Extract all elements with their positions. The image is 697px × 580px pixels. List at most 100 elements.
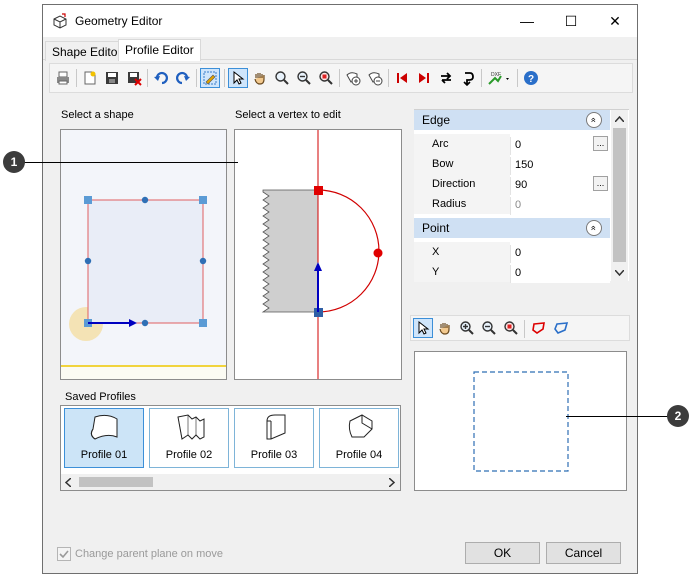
property-row-x[interactable]: X 0	[414, 242, 610, 263]
select-tool-button[interactable]	[228, 68, 248, 88]
selected-vertex-handle[interactable]	[314, 186, 323, 195]
swap-arrows-icon	[441, 72, 452, 84]
redo-icon	[176, 71, 190, 85]
midpoint-handle[interactable]	[141, 319, 149, 327]
vertex-handle[interactable]	[199, 196, 207, 204]
scrollbar-thumb[interactable]	[79, 477, 153, 487]
preview-zoom-extents-button[interactable]	[501, 318, 521, 338]
arc-ellipsis-button[interactable]: ...	[593, 136, 608, 151]
vertex-handle[interactable]	[199, 319, 207, 327]
swap-direction-button[interactable]	[436, 68, 456, 88]
shape-canvas[interactable]	[60, 129, 227, 380]
property-name-cell	[414, 154, 510, 174]
maximize-icon: ☐	[564, 12, 578, 29]
print-button[interactable]	[53, 68, 73, 88]
close-icon: ✕	[609, 12, 621, 29]
dxf-export-dropdown[interactable]: DXF	[485, 68, 513, 88]
skip-to-start-icon	[397, 73, 407, 83]
add-vertex-button[interactable]	[343, 68, 363, 88]
remove-vertex-button[interactable]	[365, 68, 385, 88]
scroll-left-arrow-icon[interactable]	[65, 478, 71, 487]
change-parent-plane-checkbox[interactable]	[57, 547, 71, 561]
scroll-up-arrow-icon[interactable]	[615, 116, 624, 122]
first-vertex-button[interactable]	[392, 68, 412, 88]
toolbar-separator	[339, 69, 340, 87]
property-name: Direction	[432, 178, 476, 190]
preview-shape-red-button[interactable]	[529, 318, 549, 338]
help-button[interactable]: ?	[521, 68, 541, 88]
preview-select-tool-button[interactable]	[413, 318, 433, 338]
flip-arrow-icon	[463, 72, 474, 86]
property-row-bow[interactable]: Bow 150	[414, 154, 610, 175]
collapse-chevron-icon[interactable]: «	[586, 220, 602, 236]
property-row-radius: Radius 0	[414, 194, 610, 215]
profile-card-03[interactable]: Profile 03	[234, 408, 314, 468]
zoom-extents-icon	[504, 321, 518, 335]
saved-profiles-label: Saved Profiles	[65, 391, 136, 403]
snap-toggle-button[interactable]	[200, 68, 220, 88]
zoom-button[interactable]	[272, 68, 292, 88]
cancel-button[interactable]: Cancel	[546, 542, 621, 564]
redo-button[interactable]	[173, 68, 193, 88]
preview-zoom-in-button[interactable]	[457, 318, 477, 338]
zoom-out-icon	[482, 321, 496, 335]
midpoint-handle[interactable]	[199, 257, 207, 265]
preview-pan-button[interactable]	[435, 318, 455, 338]
tab-shape-editor[interactable]: Shape Editor	[45, 41, 129, 61]
pointer-arrow-icon	[233, 70, 245, 85]
toolbar-separator	[524, 320, 525, 338]
midpoint-handle[interactable]	[84, 257, 92, 265]
delete-save-button[interactable]	[124, 68, 144, 88]
property-row-arc[interactable]: Arc 0 ...	[414, 134, 610, 155]
flip-button[interactable]	[458, 68, 478, 88]
bow-value-field[interactable]: 150	[510, 157, 610, 175]
save-button[interactable]	[102, 68, 122, 88]
vertex-canvas[interactable]	[234, 129, 402, 380]
profile-card-02[interactable]: Profile 02	[149, 408, 229, 468]
profile-card-01[interactable]: Profile 01	[64, 408, 144, 468]
edge-category-header: Edge «	[414, 110, 610, 130]
profiles-horizontal-scrollbar[interactable]	[61, 474, 400, 490]
arc-midpoint-handle[interactable]	[373, 248, 383, 258]
property-row-y[interactable]: Y 0	[414, 262, 610, 283]
scrollbar-thumb[interactable]	[613, 128, 626, 262]
y-value-field[interactable]: 0	[510, 265, 610, 283]
new-button[interactable]	[80, 68, 100, 88]
tab-strip: Shape Editor Profile Editor	[43, 38, 637, 61]
minimize-button[interactable]: —	[505, 5, 549, 37]
ok-button[interactable]: OK	[465, 542, 540, 564]
scroll-down-arrow-icon[interactable]	[615, 270, 624, 276]
property-row-direction[interactable]: Direction 90 ...	[414, 174, 610, 195]
preview-canvas[interactable]	[414, 351, 627, 491]
preview-zoom-out-button[interactable]	[479, 318, 499, 338]
direction-ellipsis-button[interactable]: ...	[593, 176, 608, 191]
pointer-arrow-icon	[418, 320, 430, 335]
preview-shape-blue-button[interactable]	[551, 318, 571, 338]
tab-profile-editor[interactable]: Profile Editor	[118, 39, 201, 61]
property-name: Bow	[432, 158, 454, 170]
new-document-icon	[84, 71, 96, 85]
undo-button[interactable]	[151, 68, 171, 88]
midpoint-handle[interactable]	[141, 196, 149, 204]
shape-drawing	[61, 130, 226, 379]
change-parent-plane-label: Change parent plane on move	[75, 548, 223, 560]
select-vertex-label: Select a vertex to edit	[235, 109, 341, 121]
scroll-right-arrow-icon[interactable]	[389, 478, 395, 487]
zoom-out-button[interactable]	[294, 68, 314, 88]
property-name: Arc	[432, 138, 449, 150]
profile-02-thumbnail-icon	[177, 414, 205, 440]
vertex-handle[interactable]	[84, 196, 92, 204]
property-grid-scrollbar[interactable]	[611, 110, 628, 282]
last-vertex-button[interactable]	[414, 68, 434, 88]
pan-tool-button[interactable]	[250, 68, 270, 88]
zoom-in-icon	[460, 321, 474, 335]
x-value-field[interactable]: 0	[510, 245, 610, 263]
point-header-label: Point	[422, 221, 450, 235]
printer-icon	[57, 71, 69, 85]
maximize-button[interactable]: ☐	[549, 5, 593, 37]
zoom-extents-button[interactable]	[316, 68, 336, 88]
profile-label: Profile 03	[250, 449, 298, 461]
profile-card-04[interactable]: Profile 04	[319, 408, 399, 468]
collapse-chevron-icon[interactable]: «	[586, 112, 602, 128]
close-button[interactable]: ✕	[593, 5, 637, 37]
